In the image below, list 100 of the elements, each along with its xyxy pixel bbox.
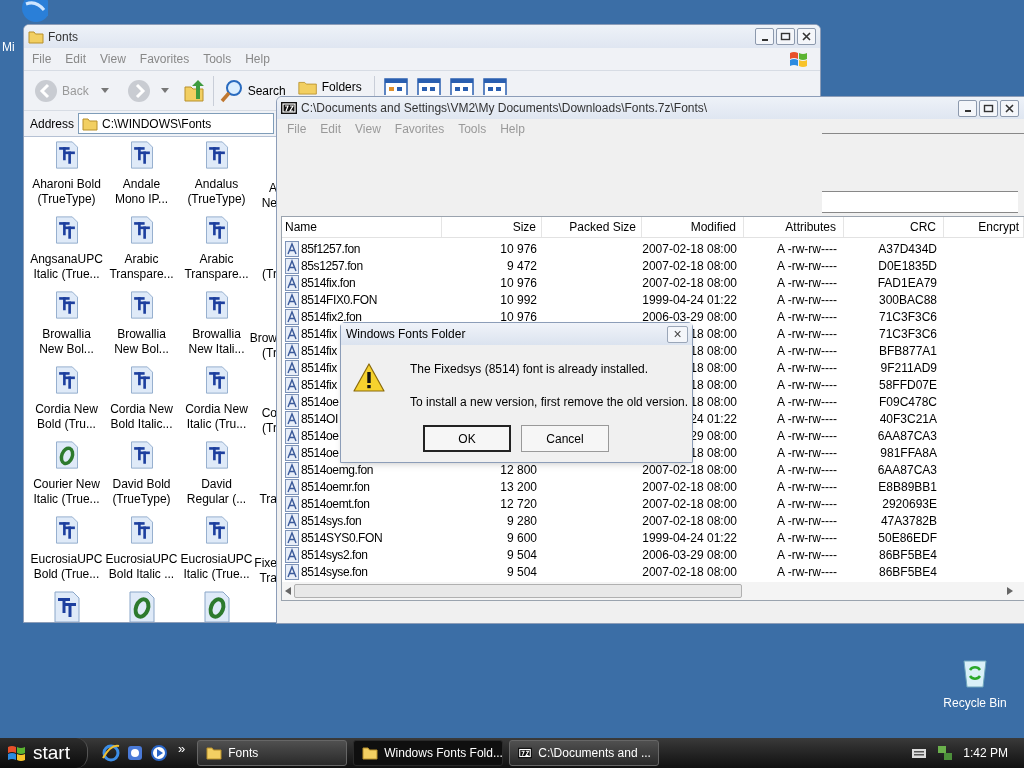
taskbar-button[interactable]: C:\Documents and ... [509,740,660,766]
font-name[interactable]: Browallia New Itali... [188,327,245,357]
view-icon[interactable] [383,78,408,95]
start-button[interactable]: start [0,738,88,768]
font-name[interactable]: Cordia New Italic (Tru... [185,402,248,432]
app-icon[interactable] [126,744,144,762]
font-name[interactable]: A [269,181,277,196]
dropdown-caret-icon[interactable] [160,88,169,93]
file-name[interactable]: 8514oe [301,426,339,445]
font-name[interactable]: Ne [261,196,277,211]
desktop-icon-label: Mi [2,39,15,56]
font-name[interactable]: AngsanaUPC Italic (True... [30,252,103,282]
file-name[interactable]: 8514OI [301,409,338,428]
scroll-thumb[interactable] [294,584,742,598]
file-name[interactable]: 8514fix.fon [301,273,356,292]
font-name[interactable]: (Tr [262,421,277,436]
close-button[interactable] [797,28,816,45]
font-file-icon [285,478,299,495]
view-icon[interactable] [449,78,474,95]
taskbar-button[interactable]: Fonts [197,740,348,766]
font-name[interactable]: Arabic Transpare... [109,252,174,282]
file-name[interactable]: 8514oemt.fon [301,494,370,513]
font-name[interactable]: David Bold (TrueType) [112,477,171,507]
maximize-button[interactable] [776,28,795,45]
file-name[interactable]: 85f1257.fon [301,239,360,258]
file-name[interactable]: 8514fix [301,375,337,394]
file-name[interactable]: 8514fix [301,324,337,343]
horizontal-scrollbar[interactable] [282,582,1024,600]
font-name[interactable]: Arabic Transpare... [184,252,249,282]
file-name[interactable]: 8514syse.fon [301,562,368,581]
view-icon[interactable] [416,78,441,95]
taskbar-button[interactable]: Windows Fonts Fold... [353,740,504,766]
font-name[interactable]: EucrosiaUPC Bold (True... [30,552,103,582]
font-name[interactable]: Browallia New Bol... [114,327,169,357]
font-name[interactable]: Cordia New Bold Italic... [110,402,173,432]
file-name[interactable]: 85s1257.fon [301,256,363,275]
font-name[interactable]: EucrosiaUPC Bold Italic ... [105,552,178,582]
font-name[interactable]: (Tr [262,346,277,361]
file-name[interactable]: 8514fix [301,358,337,377]
path-field[interactable] [822,191,1018,213]
font-name[interactable]: Fixe [254,556,277,571]
column-header[interactable]: Packed Size [542,217,642,237]
table-cell: 2007-02-18 08:00 [642,241,737,256]
minimize-button[interactable] [958,99,977,117]
table-cell: 981FFA8A [880,445,937,460]
font-name[interactable]: David Regular (... [186,477,247,507]
up-folder-icon[interactable] [182,78,205,103]
font-name[interactable]: (Tr [262,267,277,282]
file-name[interactable]: 8514oemr.fon [301,477,370,496]
close-button[interactable] [1000,99,1019,117]
folders-button[interactable]: Folders [297,78,362,95]
font-name[interactable]: Aharoni Bold (TrueType) [32,177,101,207]
close-button[interactable]: × [667,325,688,343]
font-name[interactable]: Tra [259,492,277,507]
view-icon[interactable] [482,78,507,95]
file-name[interactable]: 8514oemg.fon [301,460,373,479]
search-button[interactable]: Search [219,78,286,103]
table-cell: A -rw-rw---- [777,462,837,477]
browser-icon[interactable] [102,744,120,762]
font-name[interactable]: Tra [259,571,277,586]
font-name[interactable]: Brow [249,331,277,346]
font-name[interactable]: Cordia New Bold (Tru... [35,402,98,432]
table-cell: E8B89BB1 [878,479,937,494]
column-header[interactable]: CRC [844,217,944,237]
file-name[interactable]: 8514oe [301,392,339,411]
font-name[interactable]: Andale Mono IP... [114,177,169,207]
font-name[interactable]: EucrosiaUPC Italic (True... [180,552,253,582]
file-name[interactable]: 8514SYS0.FON [301,528,383,547]
table-cell: A -rw-rw---- [777,275,837,290]
dialog-button[interactable]: Cancel [521,425,609,452]
minimize-button[interactable] [755,28,774,45]
address-field[interactable]: C:\WINDOWS\Fonts [78,113,275,134]
font-name[interactable]: Co [261,406,277,421]
file-name[interactable]: 8514FIX0.FON [301,290,377,309]
dialog-message: To install a new version, first remove the old version. [410,394,689,411]
file-name[interactable]: 8514sys2.fon [301,545,368,564]
dropdown-caret-icon[interactable] [100,88,109,93]
file-name[interactable]: 8514sys.fon [301,511,362,530]
table-cell: 12 720 [500,496,537,511]
column-header[interactable]: Size [442,217,542,237]
table-cell: 50E86EDF [878,530,937,545]
window-title: Fonts [48,28,78,46]
dialog-button[interactable]: OK [423,425,511,452]
column-header[interactable]: Encrypt [944,217,1024,237]
file-name[interactable]: 8514oe [301,443,339,462]
file-name[interactable]: 8514fix2.fon [301,307,362,326]
column-header[interactable]: Name [282,217,442,237]
column-header[interactable]: Attributes [744,217,844,237]
column-header[interactable]: Modified [642,217,744,237]
scroll-left-icon[interactable] [285,587,291,595]
scroll-right-icon[interactable] [1007,587,1013,595]
font-name[interactable]: Courier New Italic (True... [33,477,100,507]
font-name[interactable]: Browallia New Bol... [39,327,94,357]
keyboard-icon[interactable] [911,747,928,759]
media-player-icon[interactable] [150,744,168,762]
file-name[interactable]: 8514fix [301,341,337,360]
more-chevron[interactable]: » [178,739,186,759]
font-name[interactable]: Andalus (TrueType) [187,177,246,207]
maximize-button[interactable] [979,99,998,117]
network-icon[interactable] [937,745,954,761]
